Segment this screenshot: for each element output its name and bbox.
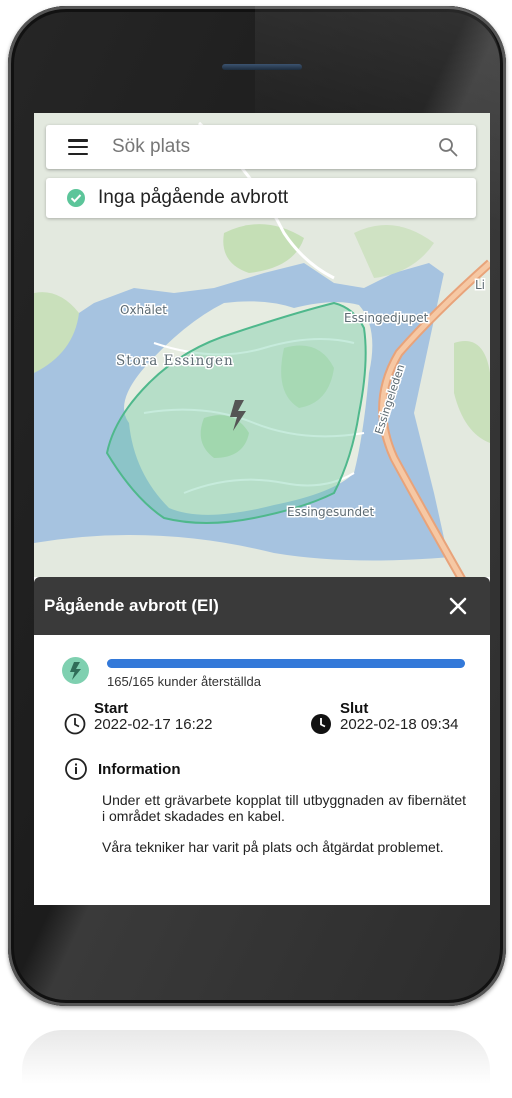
search-icon[interactable] xyxy=(438,137,458,157)
restoration-progress-fill xyxy=(107,659,465,668)
info-icon xyxy=(65,758,87,780)
map-label-essingesundet: Essingesundet xyxy=(287,505,374,519)
information-paragraph: Under ett grävarbete kopplat till utbygg… xyxy=(102,792,466,824)
search-input[interactable] xyxy=(110,135,438,159)
map-label-essingedjupet: Essingedjupet xyxy=(344,311,429,325)
information-paragraph: Våra tekniker har varit på plats och åtg… xyxy=(102,839,444,855)
end-label: Slut xyxy=(340,700,369,717)
phone-speaker xyxy=(222,64,302,70)
clock-filled-icon xyxy=(311,714,331,734)
outage-panel: Pågående avbrott (El) 165/165 kunder åte… xyxy=(34,577,490,905)
phone-reflection xyxy=(22,1030,490,1098)
start-label: Start xyxy=(94,700,129,717)
restoration-progress-label: 165/165 kunder återställda xyxy=(107,674,261,689)
information-heading-row: Information xyxy=(64,757,181,781)
panel-header: Pågående avbrott (El) xyxy=(34,577,490,635)
check-circle-icon xyxy=(67,189,85,207)
map-label-edge: Li xyxy=(475,278,485,292)
search-bar xyxy=(46,125,476,169)
information-heading: Information xyxy=(98,760,181,778)
map-label-oxhalet: Oxhälet xyxy=(120,303,167,317)
end-value: 2022-02-18 09:34 xyxy=(340,716,459,733)
restoration-progress-bar xyxy=(107,659,465,668)
clock-outline-icon xyxy=(64,713,86,735)
power-bolt-icon xyxy=(62,657,89,684)
status-banner: Inga pågående avbrott xyxy=(46,178,476,218)
end-time: Slut 2022-02-18 09:34 xyxy=(310,701,458,735)
hamburger-menu-icon[interactable] xyxy=(68,139,88,155)
start-value: 2022-02-17 16:22 xyxy=(94,716,213,733)
map-label-stora-essingen: Stora Essingen xyxy=(116,353,234,369)
status-text: Inga pågående avbrott xyxy=(98,187,289,208)
close-icon[interactable] xyxy=(448,596,468,616)
start-time: Start 2022-02-17 16:22 xyxy=(64,701,212,735)
app-screen: Oxhälet Stora Essingen Essingedjupet Ess… xyxy=(34,113,490,905)
panel-title: Pågående avbrott (El) xyxy=(44,596,219,615)
